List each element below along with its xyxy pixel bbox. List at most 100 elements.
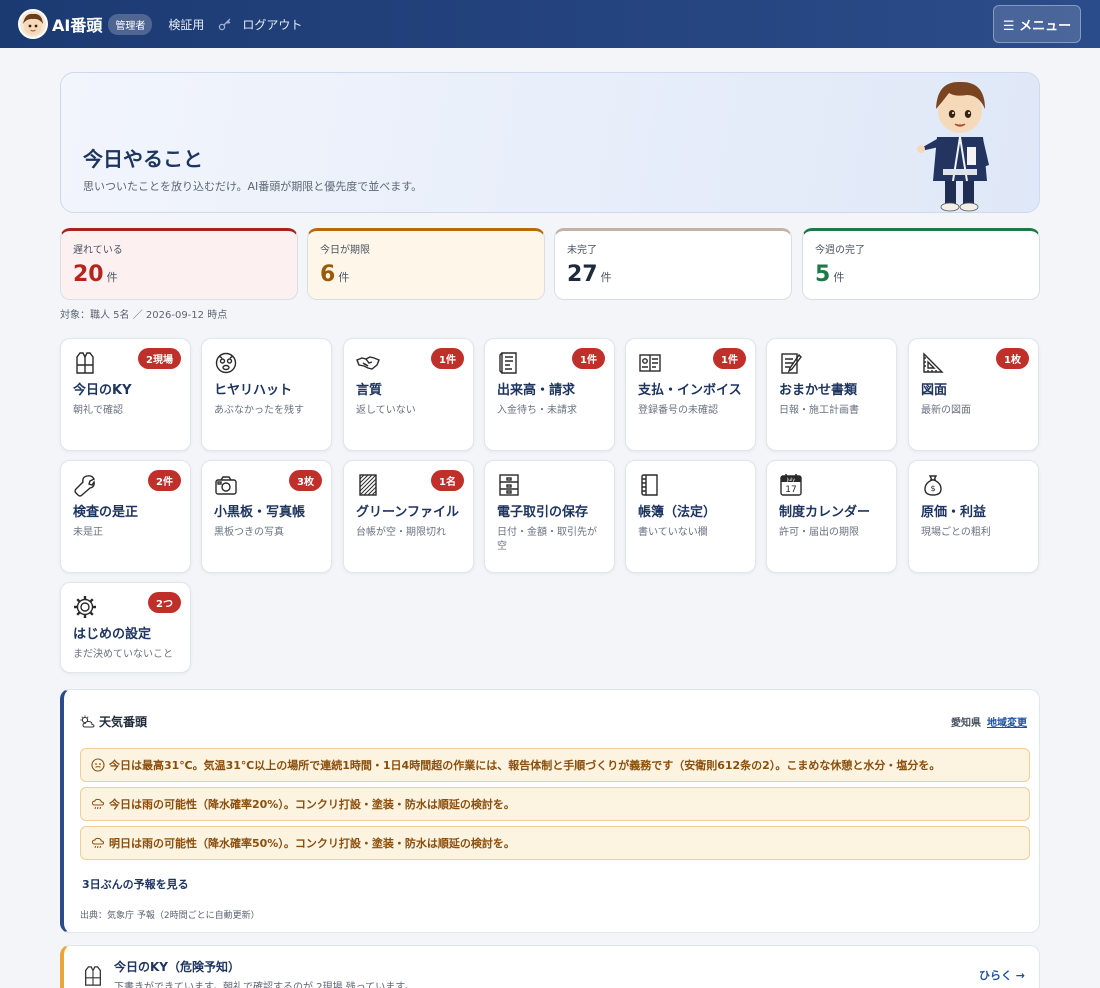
role-badge: 管理者 — [108, 13, 153, 35]
scared-face-icon — [215, 352, 237, 374]
app-brand[interactable]: AI番頭 — [52, 12, 102, 36]
tile-triangle-ruler[interactable]: 1枚図面最新の図面 — [908, 338, 1039, 451]
stat-value: 20 — [73, 262, 104, 287]
vest-icon — [85, 966, 101, 986]
tile-subtitle: 現場ごとの粗利 — [921, 527, 991, 538]
svg-text:$: $ — [930, 484, 935, 493]
avatar[interactable] — [18, 9, 48, 39]
sun-cloud-icon — [80, 715, 95, 727]
tile-title: 図面 — [921, 383, 948, 398]
count-badge: 2現場 — [138, 348, 181, 369]
stat-incomplete[interactable]: 未完了 27 件 — [554, 228, 792, 300]
stat-value: 5 — [815, 262, 831, 287]
file-icon — [359, 474, 377, 496]
tile-title: 原価・利益 — [921, 505, 987, 520]
tile-memo[interactable]: おまかせ書類 日報・施工計画書 — [766, 338, 897, 451]
ky-title: 今日のKY（危険予知） — [114, 960, 240, 974]
tile-title: 検査の是正 — [73, 505, 139, 520]
mascot-face-icon — [23, 13, 43, 35]
tile-subtitle: 登録番号の未確認 — [638, 405, 718, 416]
tile-title: 今日のKY — [73, 383, 132, 398]
camera-icon — [215, 476, 237, 495]
tile-gear[interactable]: 2つはじめの設定まだ決めていないこと — [60, 582, 191, 673]
weather-title-text: 天気番頭 — [99, 715, 148, 729]
tile-title: はじめの設定 — [73, 627, 152, 642]
count-badge: 2件 — [148, 470, 181, 491]
tile-subtitle: 返していない — [356, 405, 416, 416]
tile-ledger[interactable]: 帳簿（法定） 書いていない欄 — [625, 460, 756, 573]
hero-banner: 今日やること 思いついたことを放り込むだけ。AI番頭が期限と優先度で並べます。 — [60, 72, 1040, 213]
tile-wrench[interactable]: 2件 検査の是正未是正 — [60, 460, 191, 573]
stat-week-done[interactable]: 今週の完了 5 件 — [802, 228, 1040, 300]
tile-file[interactable]: 1名 グリーンファイル 台帳が空・期限切れ — [343, 460, 474, 573]
stat-overdue[interactable]: 遅れている 20 件 — [60, 228, 298, 300]
cabinet-icon — [499, 474, 519, 496]
stat-label: 今日が期限 — [320, 245, 370, 256]
tile-handshake[interactable]: 1件言質返していない — [343, 338, 474, 451]
calendar-day: 17 — [785, 485, 796, 495]
tile-subtitle: 未是正 — [73, 527, 103, 538]
gear-icon — [74, 596, 96, 618]
stat-value: 6 — [320, 262, 336, 287]
tile-subtitle: 台帳が空・期限切れ — [356, 527, 446, 538]
count-badge: 1名 — [431, 470, 464, 491]
vest-icon — [76, 352, 94, 374]
change-region-link[interactable]: 地域変更 — [987, 718, 1027, 729]
tile-subtitle: 入金待ち・未請求 — [497, 405, 577, 416]
count-badge: 1件 — [431, 348, 464, 369]
ky-card[interactable]: 今日のKY（危険予知） 下書きができています。朝礼で確認するのが 2現場 残って… — [60, 945, 1040, 988]
tile-money-bag[interactable]: $ 原価・利益現場ごとの粗利 — [908, 460, 1039, 573]
tile-invoice[interactable]: 1件 支払・インボイス 登録番号の未確認 — [625, 338, 756, 451]
tile-subtitle: 書いていない欄 — [638, 527, 708, 538]
page-subtitle: 思いついたことを放り込むだけ。AI番頭が期限と優先度で並べます。 — [83, 180, 423, 193]
tile-subtitle: 最新の図面 — [921, 405, 971, 416]
ky-open-link[interactable]: ひらく → — [979, 967, 1025, 983]
alert-text: 明日は雨の可能性（降水確率50%）。コンクリ打設・塗装・防水は順延の検討を。 — [109, 837, 515, 850]
tile-title: 電子取引の保存 — [497, 505, 589, 520]
money-bag-icon: $ — [924, 475, 942, 496]
weather-source: 出典：気象庁 予報（2時間ごとに自動更新） — [80, 911, 260, 921]
stat-unit: 件 — [106, 271, 118, 284]
ky-subtitle: 下書きができています。朝礼で確認するのが 2現場 残っています。 — [114, 982, 415, 988]
heat-alert: 今日は最高31℃。気温31℃以上の場所で連続1時間・1日4時間超の作業には、報告… — [80, 748, 1030, 782]
handshake-icon — [356, 356, 380, 370]
hot-face-icon — [91, 758, 105, 772]
tile-subtitle: 朝礼で確認 — [73, 405, 123, 416]
tile-title: ヒヤリハット — [214, 383, 293, 398]
tile-cabinet[interactable]: 電子取引の保存日付・金額・取引先が空 — [484, 460, 615, 573]
triangle-ruler-icon — [923, 352, 944, 373]
tile-subtitle: 日付・金額・取引先が空 — [497, 527, 597, 552]
tile-title: 言質 — [356, 383, 383, 398]
stat-unit: 件 — [338, 271, 350, 284]
calendar-month: July — [786, 477, 795, 483]
tile-title: 支払・インボイス — [638, 383, 742, 398]
key-icon — [219, 18, 231, 31]
menu-label: ☰ メニュー — [1002, 18, 1072, 34]
tile-title: 小黒板・写真帳 — [214, 505, 306, 520]
logout-link[interactable]: ログアウト — [242, 16, 302, 33]
ledger-icon — [641, 474, 658, 496]
rain-cloud-icon — [91, 798, 105, 810]
stat-value: 27 — [567, 262, 598, 287]
stat-label: 今週の完了 — [815, 245, 865, 256]
forecast-link[interactable]: 3日ぶんの予報を見る — [82, 876, 189, 892]
rain-cloud-icon — [91, 837, 105, 849]
region-name: 愛知県 — [951, 718, 981, 729]
tile-subtitle: まだ決めていないこと — [73, 649, 173, 660]
tile-receipt[interactable]: 1件 出来高・請求 入金待ち・未請求 — [484, 338, 615, 451]
tile-subtitle: 黒板つきの写真 — [214, 527, 284, 538]
tile-camera[interactable]: 3枚 小黒板・写真帳 黒板つきの写真 — [201, 460, 332, 573]
tile-scared-face[interactable]: ヒヤリハット あぶなかったを残す — [201, 338, 332, 451]
stat-label: 未完了 — [567, 245, 597, 256]
menu-button[interactable]: ☰ メニュー — [993, 5, 1081, 43]
tile-title: 出来高・請求 — [497, 383, 576, 398]
count-badge: 2つ — [148, 592, 181, 613]
count-badge: 1枚 — [996, 348, 1029, 369]
stat-due-today[interactable]: 今日が期限 6 件 — [307, 228, 545, 300]
mascot-illustration — [917, 81, 989, 212]
tile-subtitle: 許可・届出の期限 — [779, 527, 859, 538]
tile-vest[interactable]: 2現場 今日のKY 朝礼で確認 — [60, 338, 191, 451]
rain-alert-today: 今日は雨の可能性（降水確率20%）。コンクリ打設・塗装・防水は順延の検討を。 — [80, 787, 1030, 821]
nav-link-verify[interactable]: 検証用 — [168, 16, 204, 33]
tile-calendar[interactable]: July 17 制度カレンダー 許可・届出の期限 — [766, 460, 897, 573]
